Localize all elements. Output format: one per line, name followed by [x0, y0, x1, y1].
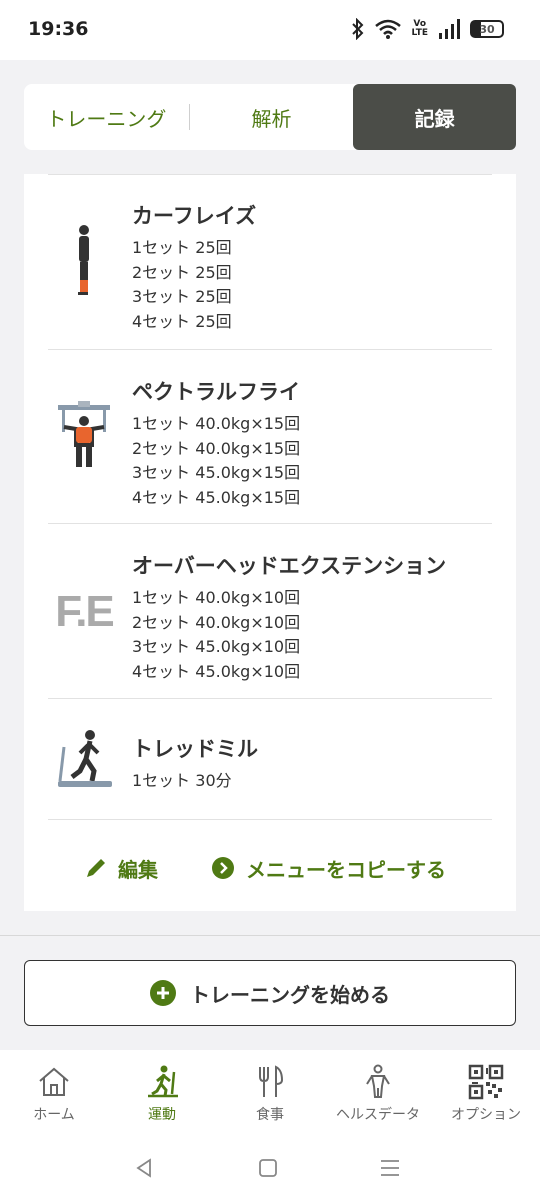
- nav-label: ヘルスデータ: [336, 1107, 420, 1123]
- nav-home[interactable]: ホーム: [0, 1050, 108, 1136]
- set-line: 1セット 30分: [132, 771, 232, 790]
- signal-icon: [439, 19, 460, 39]
- calf-raise-icon: [48, 222, 120, 302]
- free-exercise-icon: F.E: [48, 572, 120, 652]
- system-nav-bar: [0, 1136, 540, 1200]
- nav-meal[interactable]: 食事: [216, 1050, 324, 1136]
- bluetooth-icon: [352, 18, 364, 40]
- home-square-icon[interactable]: [256, 1156, 280, 1180]
- set-line: 1セット 40.0kg×10回: [132, 588, 301, 607]
- set-line: 3セット 25回: [132, 287, 232, 306]
- set-line: 2セット 25回: [132, 262, 232, 282]
- list-actions: 編集 メニューをコピーする: [24, 848, 516, 888]
- exercise-title: カーフレイズ: [132, 204, 257, 228]
- exercise-icon: [148, 1065, 178, 1098]
- pencil-icon: [87, 859, 105, 877]
- set-line: 2セット 40.0kg×10回: [132, 612, 301, 632]
- treadmill-icon: [48, 719, 120, 799]
- exercise-list: カーフレイズ 1セット 25回 2セット 25回 3セット 25回 4セット 2…: [24, 174, 516, 911]
- chevron-circle-icon: [212, 857, 234, 879]
- segment-tabs: トレーニング 解析 記録: [24, 84, 517, 150]
- nav-exercise[interactable]: 運動: [108, 1050, 216, 1136]
- recents-icon[interactable]: [378, 1156, 402, 1180]
- copy-menu-label: メニューをコピーする: [246, 857, 446, 882]
- set-line: 4セット 45.0kg×10回: [132, 661, 301, 681]
- pec-fly-icon: [48, 396, 120, 476]
- battery-icon: 30: [470, 20, 504, 38]
- exercise-item-overhead-extension[interactable]: F.E オーバーヘッドエクステンション 1セット 40.0kg×10回 2セット…: [48, 524, 492, 699]
- nav-label: 食事: [256, 1107, 284, 1123]
- edit-label: 編集: [118, 857, 158, 882]
- edit-button[interactable]: 編集: [84, 854, 158, 883]
- section-divider: [0, 935, 540, 936]
- set-line: 1セット 25回: [132, 238, 232, 257]
- nav-label: 運動: [148, 1107, 176, 1123]
- wifi-icon: [375, 19, 402, 39]
- tab-analysis[interactable]: 解析: [190, 84, 354, 150]
- nav-health-data[interactable]: ヘルスデータ: [324, 1050, 432, 1136]
- nav-label: ホーム: [33, 1107, 75, 1123]
- status-bar: 19:36 Vo LTE 30: [0, 0, 540, 60]
- back-icon[interactable]: [132, 1156, 156, 1180]
- set-line: 4セット 45.0kg×15回: [132, 487, 301, 507]
- set-line: 3セット 45.0kg×15回: [132, 463, 301, 482]
- tab-record[interactable]: 記録: [353, 84, 517, 150]
- exercise-title: オーバーヘッドエクステンション: [132, 554, 447, 578]
- start-training-label: トレーニングを始める: [190, 982, 390, 1007]
- set-line: 1セット 40.0kg×15回: [132, 414, 301, 433]
- tab-training[interactable]: トレーニング: [24, 84, 189, 150]
- copy-menu-button[interactable]: メニューをコピーする: [212, 854, 446, 883]
- status-icons: Vo LTE 30: [351, 18, 504, 40]
- volte-indicator: Vo LTE: [411, 19, 428, 38]
- free-exercise-icon-text: F.E: [55, 587, 115, 636]
- qr-code-icon: [468, 1064, 504, 1100]
- set-line: 4セット 25回: [132, 311, 232, 331]
- nav-label: オプション: [451, 1107, 521, 1123]
- set-line: 2セット 40.0kg×15回: [132, 438, 301, 458]
- nav-options[interactable]: オプション: [432, 1050, 540, 1136]
- health-data-icon: [366, 1064, 390, 1098]
- exercise-title: ペクトラルフライ: [132, 380, 300, 404]
- battery-level: 30: [479, 22, 495, 36]
- set-line: 3セット 45.0kg×10回: [132, 637, 301, 656]
- exercise-item-treadmill[interactable]: トレッドミル 1セット 30分: [48, 699, 492, 820]
- status-time: 19:36: [28, 18, 89, 40]
- plus-circle-icon: [150, 980, 176, 1006]
- meal-icon: [259, 1065, 284, 1097]
- exercise-title: トレッドミル: [132, 737, 258, 761]
- home-icon: [39, 1067, 69, 1096]
- exercise-item-calf-raise[interactable]: カーフレイズ 1セット 25回 2セット 25回 3セット 25回 4セット 2…: [48, 174, 492, 350]
- start-training-button[interactable]: トレーニングを始める: [24, 960, 516, 1026]
- bottom-nav: ホーム 運動 食事 ヘルスデータ オプション: [0, 1050, 540, 1136]
- exercise-item-pec-fly[interactable]: ペクトラルフライ 1セット 40.0kg×15回 2セット 40.0kg×15回…: [48, 350, 492, 524]
